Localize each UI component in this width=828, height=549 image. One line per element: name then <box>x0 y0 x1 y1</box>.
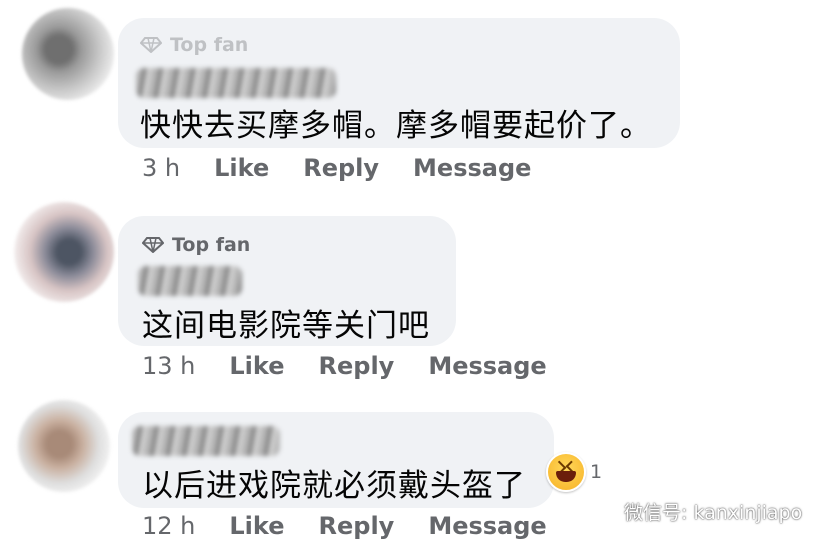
comment-item: Top fan 这间电影院等关门吧 13 h Like Reply Messag… <box>0 196 828 396</box>
comment-bubble: Top fan 快快去买摩多帽。摩多帽要起价了。 <box>118 18 680 148</box>
badge-label: Top fan <box>170 34 249 56</box>
comment-bubble: 以后进戏院就必须戴头盔了 <box>118 412 554 508</box>
reply-button[interactable]: Reply <box>319 352 395 380</box>
badge-label: Top fan <box>172 234 251 256</box>
watermark: 微信号: kanxinjiapo <box>590 498 802 525</box>
avatar[interactable] <box>18 400 110 492</box>
commenter-name[interactable] <box>136 68 336 98</box>
watermark-text: 微信号: kanxinjiapo <box>624 502 803 524</box>
top-fan-badge: Top fan <box>142 234 250 256</box>
like-button[interactable]: Like <box>214 154 269 182</box>
comment-timestamp[interactable]: 12 h <box>142 512 195 540</box>
reply-button[interactable]: Reply <box>303 154 379 182</box>
avatar[interactable] <box>22 8 114 100</box>
like-button[interactable]: Like <box>229 512 284 540</box>
laugh-emoji-icon <box>546 452 586 492</box>
comment-text: 以后进戏院就必须戴头盔了 <box>142 468 526 504</box>
message-button[interactable]: Message <box>428 352 546 380</box>
comment-text: 这间电影院等关门吧 <box>142 308 430 344</box>
avatar[interactable] <box>14 202 114 302</box>
comment-bubble: Top fan 这间电影院等关门吧 <box>118 216 456 346</box>
reply-button[interactable]: Reply <box>319 512 395 540</box>
message-button[interactable]: Message <box>413 154 531 182</box>
like-button[interactable]: Like <box>229 352 284 380</box>
commenter-name[interactable] <box>138 266 242 296</box>
comment-timestamp[interactable]: 13 h <box>142 352 195 380</box>
comment-actions: 13 h Like Reply Message <box>142 352 581 380</box>
comment-actions: 3 h Like Reply Message <box>142 154 565 182</box>
diamond-icon <box>142 237 164 253</box>
reaction-count: 1 <box>590 461 603 483</box>
comment-item: 以后进戏院就必须戴头盔了 1 12 h Like Reply Message <box>0 400 828 549</box>
message-button[interactable]: Message <box>428 512 546 540</box>
reaction-summary[interactable]: 1 <box>546 452 602 492</box>
comment-item: Top fan 快快去买摩多帽。摩多帽要起价了。 3 h Like Reply … <box>0 0 828 190</box>
wechat-icon <box>590 500 617 521</box>
top-fan-badge: Top fan <box>140 34 248 56</box>
comment-actions: 12 h Like Reply Message <box>142 512 581 540</box>
comment-timestamp[interactable]: 3 h <box>142 154 180 182</box>
comment-text: 快快去买摩多帽。摩多帽要起价了。 <box>140 108 652 144</box>
diamond-icon <box>140 37 162 53</box>
commenter-name[interactable] <box>132 426 280 456</box>
